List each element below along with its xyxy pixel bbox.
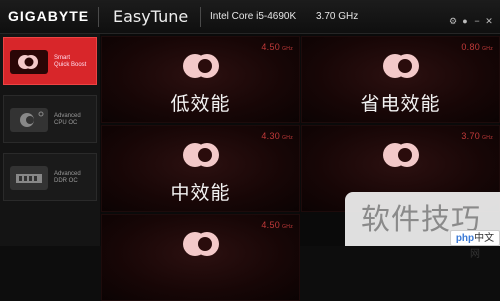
- sidebar-item-advanced-ddr-oc[interactable]: Advanced DDR OC: [3, 153, 97, 201]
- close-icon[interactable]: ✕: [484, 16, 494, 26]
- mode-card-top[interactable]: 4.50 GHz: [101, 214, 300, 301]
- boost-mode-icon: [383, 54, 419, 78]
- mode-card-power-saving[interactable]: 0.80 GHz 省电效能: [301, 36, 500, 123]
- mode-card-low[interactable]: 4.50 GHz 低效能: [101, 36, 300, 123]
- sidebar-item-smart-quick-boost[interactable]: Smart Quick Boost: [3, 37, 97, 85]
- mode-name: 中效能: [170, 183, 231, 204]
- mode-frequency: 3.70 GHz: [461, 131, 493, 141]
- title-separator: [98, 7, 99, 27]
- minimize-icon[interactable]: −: [472, 16, 482, 26]
- watermark-logo: php中文网: [450, 230, 500, 260]
- boost-mode-icon: [383, 143, 419, 167]
- cpu-model: Intel Core i5-4690K: [210, 11, 297, 22]
- info-icon[interactable]: ●: [460, 16, 470, 26]
- mode-name: 低效能: [170, 94, 231, 115]
- mode-frequency: 4.30 GHz: [261, 131, 293, 141]
- settings-icon[interactable]: ⚙: [448, 16, 458, 26]
- mode-frequency: 0.80 GHz: [461, 42, 493, 52]
- sidebar: Smart Quick Boost Advanced CPU OC Advanc…: [0, 34, 100, 246]
- boost-icon: [10, 50, 48, 74]
- sidebar-item-label: Advanced CPU OC: [54, 113, 81, 126]
- watermark-overlay: 软件技巧 php中文网: [345, 192, 500, 260]
- mode-name: 省电效能: [360, 94, 441, 115]
- mode-card-medium[interactable]: 4.30 GHz 中效能: [101, 125, 300, 212]
- window-controls: ⚙ ● − ✕: [446, 11, 494, 29]
- boost-mode-icon: [183, 232, 219, 256]
- cpu-frequency: 3.70 GHz: [316, 11, 359, 22]
- title-separator: [200, 7, 201, 27]
- cpu-icon: [10, 108, 48, 132]
- mode-frequency: 4.50 GHz: [261, 42, 293, 52]
- sidebar-item-label: Advanced DDR OC: [54, 171, 81, 184]
- sidebar-item-label: Smart Quick Boost: [54, 55, 87, 68]
- boost-mode-icon: [183, 143, 219, 167]
- ddr-icon: [10, 166, 48, 190]
- title-bar: GIGABYTE EasyTune Intel Core i5-4690K 3.…: [0, 0, 500, 34]
- sidebar-item-advanced-cpu-oc[interactable]: Advanced CPU OC: [3, 95, 97, 143]
- boost-mode-icon: [183, 54, 219, 78]
- mode-frequency: 4.50 GHz: [261, 220, 293, 230]
- gigabyte-logo: GIGABYTE: [8, 8, 90, 24]
- app-title: EasyTune: [113, 7, 189, 26]
